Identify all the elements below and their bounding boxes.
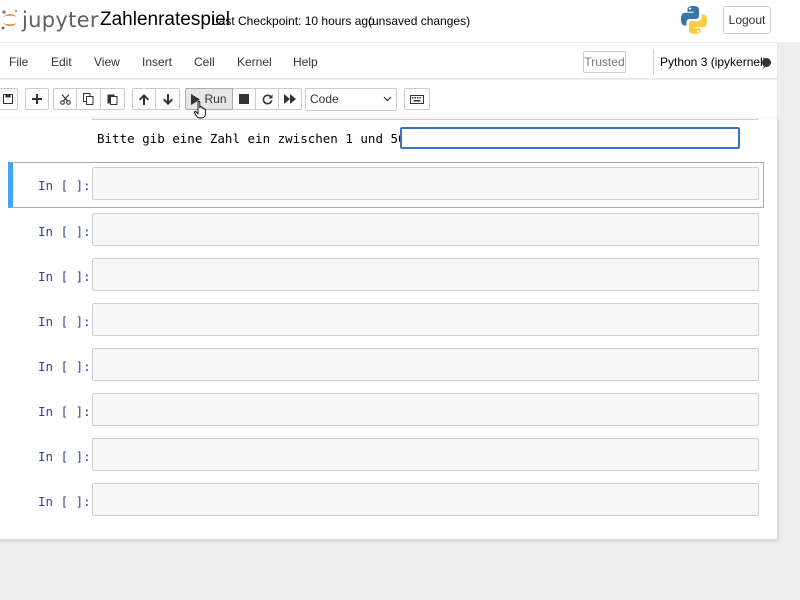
header: jupyter Zahlenratespiel Last Checkpoint:… (0, 0, 800, 42)
restart-icon (262, 94, 272, 104)
cell-prompt: In [ ]: (38, 494, 91, 509)
fast-forward-icon (284, 94, 296, 104)
kernel-divider (653, 49, 654, 75)
scissors-icon (59, 93, 71, 105)
code-cell-selected[interactable]: In [ ]: (8, 162, 764, 208)
copy-icon (83, 93, 94, 105)
code-cell[interactable]: In [ ]: (8, 343, 764, 389)
save-button[interactable] (0, 88, 18, 110)
trusted-indicator[interactable]: Trusted (583, 51, 626, 73)
stop-icon (239, 94, 249, 104)
cell-prompt: In [ ]: (38, 359, 91, 374)
cell-input[interactable] (92, 393, 759, 426)
cell-input[interactable] (92, 258, 759, 291)
cell-prompt: In [ ]: (38, 449, 91, 464)
insert-cell-button[interactable] (25, 88, 49, 110)
plus-icon (32, 94, 42, 104)
interrupt-kernel-button[interactable] (233, 88, 256, 110)
notebook-name[interactable]: Zahlenratespiel (100, 9, 230, 31)
menu-help[interactable]: Help (293, 55, 318, 69)
cell-input[interactable] (92, 483, 759, 516)
kernel-busy-indicator-icon (762, 58, 771, 67)
paste-button[interactable] (101, 88, 125, 110)
chevron-down-icon (383, 96, 392, 102)
cut-button[interactable] (53, 88, 77, 110)
restart-kernel-button[interactable] (256, 88, 279, 110)
code-cell[interactable]: In [ ]: (8, 298, 764, 344)
menu-cell[interactable]: Cell (194, 55, 215, 69)
code-cell[interactable]: In [ ]: (8, 253, 764, 299)
cell-prompt: In [ ]: (38, 224, 91, 239)
cell-prompt: In [ ]: (38, 314, 91, 329)
cell-prompt: In [ ]: (38, 404, 91, 419)
copy-button[interactable] (77, 88, 101, 110)
menu-edit[interactable]: Edit (51, 55, 72, 69)
code-cell[interactable]: In [ ]: (8, 433, 764, 479)
menu-kernel[interactable]: Kernel (237, 55, 272, 69)
unsaved-indicator: (unsaved changes) (368, 14, 471, 28)
jupyter-logo[interactable]: jupyter (0, 7, 99, 33)
command-palette-button[interactable] (404, 88, 430, 110)
move-cell-down-button[interactable] (156, 88, 180, 110)
jupyter-logo-text: jupyter (22, 8, 99, 32)
cell-input[interactable] (92, 303, 759, 336)
cell-prompt: In [ ]: (38, 269, 91, 284)
cell-input[interactable] (92, 213, 759, 246)
arrow-up-icon (139, 93, 149, 105)
code-cell[interactable]: In [ ]: (8, 478, 764, 524)
menu-insert[interactable]: Insert (142, 55, 172, 69)
code-cell[interactable]: In [ ]: (8, 388, 764, 434)
arrow-down-icon (162, 93, 173, 105)
notebook-container: Bitte gib eine Zahl ein zwischen 1 und 5… (0, 118, 778, 540)
cell-input[interactable] (92, 438, 759, 471)
stdin-input-field[interactable] (400, 127, 740, 149)
move-cell-up-button[interactable] (132, 88, 156, 110)
kernel-name[interactable]: Python 3 (ipykernel) (660, 55, 767, 69)
python-logo-icon (681, 6, 707, 34)
previous-cell-edge (92, 118, 758, 120)
checkpoint-status: Last Checkpoint: 10 hours ago (212, 14, 375, 28)
cell-type-select[interactable]: Code (305, 88, 397, 111)
cell-prompt: In [ ]: (38, 178, 91, 193)
hand-pointer-icon (194, 101, 206, 119)
paste-icon (107, 94, 118, 105)
save-icon (3, 94, 13, 104)
input-prompt-label: Bitte gib eine Zahl ein zwischen 1 und 5… (97, 131, 414, 146)
restart-run-all-button[interactable] (279, 88, 302, 110)
menu-file[interactable]: File (9, 55, 28, 69)
run-button[interactable]: Run (185, 88, 233, 110)
cell-input[interactable] (92, 348, 759, 381)
cell-type-value: Code (310, 92, 339, 106)
cell-input[interactable] (92, 167, 759, 200)
logout-button[interactable]: Logout (723, 6, 771, 34)
jupyter-logo-icon (1, 9, 18, 30)
code-cell[interactable]: In [ ]: (8, 208, 764, 254)
keyboard-icon (410, 94, 424, 104)
menu-view[interactable]: View (94, 55, 120, 69)
